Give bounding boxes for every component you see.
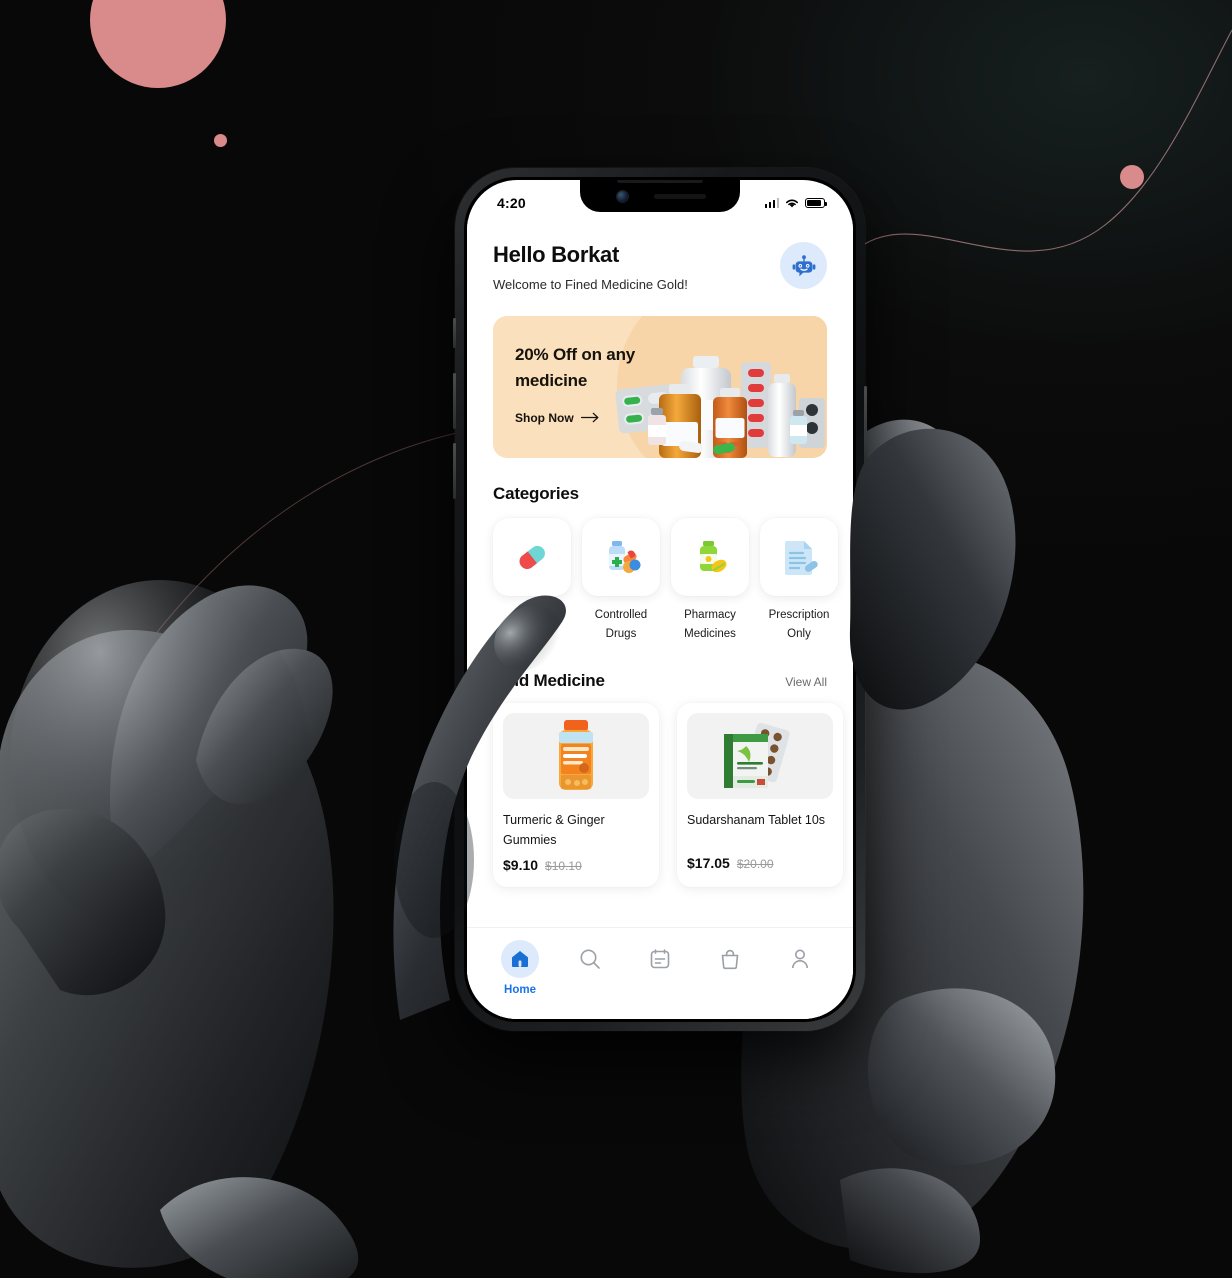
battery-icon (805, 198, 828, 208)
chatbot-icon (792, 254, 815, 276)
decorative-circle-small (214, 134, 227, 147)
product-old-price-0: $10.10 (545, 858, 582, 873)
mute-switch[interactable] (453, 318, 456, 348)
product-card-1[interactable]: Sudarshanam Tablet 10s $17.05 $20.00 (677, 703, 843, 887)
smartphone-device: 4:20 Hello Borkat Welcome to Fined Medic… (453, 168, 867, 1031)
home-icon-wrap[interactable] (501, 940, 539, 978)
category-card[interactable] (493, 518, 571, 596)
bag-icon-wrap[interactable] (711, 940, 749, 978)
status-icons (764, 197, 828, 209)
page-title: Hello Borkat (493, 242, 619, 267)
sudarshanam-tablet-box (724, 723, 790, 789)
phone-bezel: 4:20 Hello Borkat Welcome to Fined Medic… (464, 177, 856, 1022)
nav-item-profile[interactable] (769, 940, 831, 978)
categories-title: Categories (493, 484, 579, 503)
category-label-1: Controlled Drugs (594, 609, 648, 640)
categories-list: Controlled Drugs Pharmacy Medicines Pres… (467, 504, 853, 643)
capsule-icon (519, 545, 545, 570)
category-item-3[interactable]: Prescription Only (760, 518, 838, 643)
product-list: Turmeric & Ginger Gummies $9.10 $10.10 S… (467, 691, 853, 887)
profile-icon-wrap[interactable] (781, 940, 819, 978)
product-name-1: Sudarshanam Tablet 10s (687, 813, 826, 828)
category-label-2: Pharmacy Medicines (684, 609, 736, 640)
notch (580, 180, 740, 212)
nav-item-orders[interactable] (629, 940, 691, 978)
promo-banner[interactable]: 20% Off on any medicine Shop Now (493, 316, 827, 458)
category-item-0[interactable] (493, 518, 571, 643)
volume-up-button[interactable] (453, 373, 456, 429)
product-price-block-0: $9.10 $10.10 (503, 857, 649, 873)
search-icon (580, 949, 600, 969)
arrow-right-icon (580, 412, 599, 423)
orders-icon-wrap[interactable] (641, 940, 679, 978)
turmeric-ginger-gummies-jar (559, 720, 593, 791)
greeting-block: Hello Borkat Welcome to Fined Medicine G… (493, 242, 688, 292)
product-price-0: $9.10 (503, 856, 539, 873)
product-price-1: $17.05 (687, 855, 730, 872)
app-header: Hello Borkat Welcome to Fined Medicine G… (467, 220, 853, 292)
product-image-0 (503, 713, 649, 800)
nav-item-search[interactable] (559, 940, 621, 978)
wifi-icon (786, 199, 798, 208)
shop-now-label: Shop Now (515, 410, 574, 425)
best-sold-header: Sold Medicine View All (493, 671, 827, 691)
cellular-signal-icon (764, 198, 779, 208)
volume-down-button[interactable] (453, 443, 456, 499)
medicine-bottle-pills-icon (609, 541, 641, 573)
status-time: 4:20 (497, 195, 526, 211)
front-camera (616, 190, 628, 202)
category-item-1[interactable]: Controlled Drugs (582, 518, 660, 643)
nav-label-home: Home (504, 984, 536, 996)
product-image-1 (687, 713, 833, 800)
prescription-document-icon (785, 541, 818, 575)
product-card-0[interactable]: Turmeric & Ginger Gummies $9.10 $10.10 (493, 703, 659, 887)
chatbot-button[interactable] (780, 242, 827, 289)
orders-icon (650, 949, 670, 969)
product-price-block-1: $17.05 $20.00 (687, 855, 833, 871)
banner-text-block: 20% Off on any medicine Shop Now (515, 342, 665, 425)
category-card[interactable] (760, 518, 838, 596)
decorative-circle-wave (1120, 165, 1144, 189)
power-button[interactable] (864, 386, 867, 464)
category-card[interactable] (582, 518, 660, 596)
search-icon-wrap[interactable] (571, 940, 609, 978)
category-label-3: Prescription Only (768, 609, 830, 640)
best-sold-title: Sold Medicine (493, 671, 605, 691)
nav-item-bag[interactable] (699, 940, 761, 978)
view-all-link[interactable]: View All (785, 675, 827, 689)
earpiece-speaker (617, 180, 703, 183)
home-icon (512, 951, 528, 967)
product-old-price-1: $20.00 (736, 857, 774, 872)
app-content: Hello Borkat Welcome to Fined Medicine G… (467, 220, 853, 1019)
bottom-navigation: Home (467, 927, 853, 1019)
category-card[interactable] (671, 518, 749, 596)
shop-now-button[interactable]: Shop Now (515, 411, 665, 425)
nav-item-home[interactable]: Home (489, 940, 551, 996)
category-item-2[interactable]: Pharmacy Medicines (671, 518, 749, 643)
banner-title: 20% Off on any medicine (515, 345, 636, 391)
profile-icon (792, 949, 808, 969)
speaker-grille (653, 193, 706, 199)
product-name-0: Turmeric & Ginger Gummies (503, 813, 605, 847)
bag-icon (721, 949, 739, 970)
green-bottle-pills-icon (700, 541, 727, 573)
phone-screen: 4:20 Hello Borkat Welcome to Fined Medic… (467, 180, 853, 1019)
welcome-subtitle: Welcome to Fined Medicine Gold! (493, 277, 688, 292)
